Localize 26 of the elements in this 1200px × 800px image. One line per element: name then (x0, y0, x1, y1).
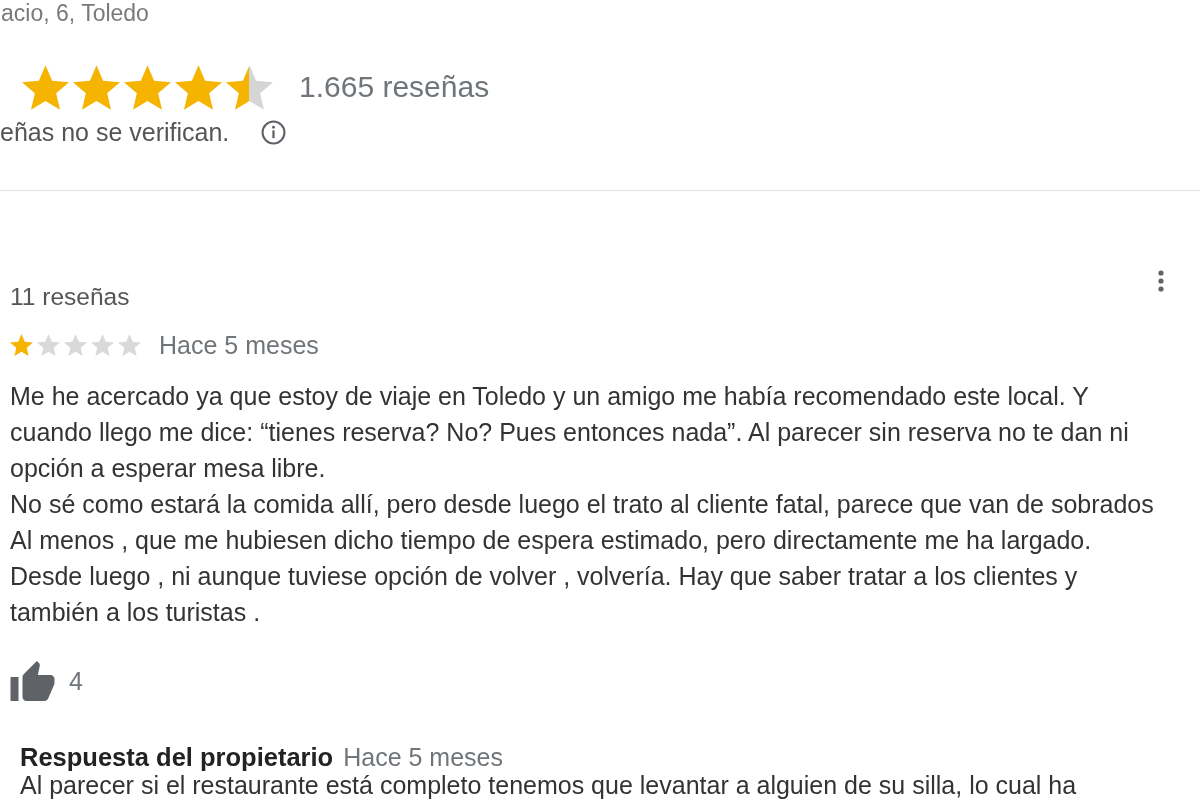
star-icon (73, 64, 120, 110)
info-icon[interactable] (261, 119, 287, 145)
star-icon (22, 64, 69, 110)
address-text: acio, 6, Toledo (0, 0, 149, 26)
star-icon (10, 334, 33, 356)
star-icon (91, 334, 114, 356)
review-date: Hace 5 meses (159, 330, 319, 360)
star-icon (124, 64, 171, 110)
star-icon (64, 334, 87, 356)
reviewer-review-count: 11 reseñas (10, 283, 131, 311)
review-paragraph: Me he acercado ya que estoy de viaje en Toledo y un amigo me había recomendado este local. Y cuando llego me dice: “tienes reserva? No? Pues entonces nada”. Al parecer sin reserva no te dan ni opción a esperar mesa libre. (10, 381, 1130, 484)
review-count-link[interactable]: 1.665 reseñas (299, 70, 490, 104)
star-icon (37, 334, 60, 356)
owner-reply-label: Respuesta del propietario (20, 743, 334, 771)
star-icon (175, 64, 222, 110)
reply-date: Hace 5 meses (343, 743, 503, 771)
review-paragraph: Desde luego , ni aunque tuviese opción de volver , volvería. Hay que saber tratar a los clientes y también a los turistas . (10, 561, 1079, 628)
thumbs-up-icon (10, 661, 55, 701)
star-icon (118, 334, 141, 356)
review-paragraph: Al menos , que me hubiesen dicho tiempo de espera estimado, pero directamente me ha largado. (10, 525, 1093, 556)
vertical-dots-icon (1158, 270, 1164, 292)
verification-notice: eñas no se verifican. (0, 117, 230, 147)
review-paragraph: No sé como estará la comida allí, pero desde luego el trato al cliente fatal, parece que van de sobrados (10, 489, 1154, 520)
like-button[interactable]: 4 (10, 661, 83, 701)
owner-reply-text: Al parecer si el restaurante está completo tenemos que levantar a alguien de su silla, lo cual ha (20, 771, 1077, 799)
star-icon (226, 64, 273, 110)
